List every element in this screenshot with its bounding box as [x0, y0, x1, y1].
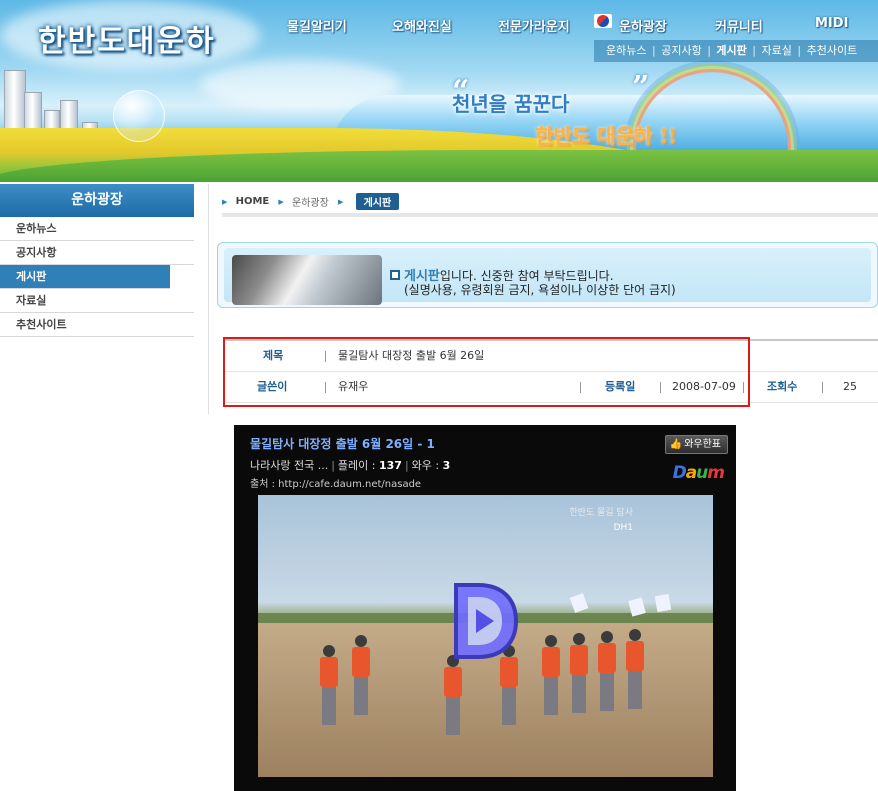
nav-item-midi[interactable]: MIDI: [815, 16, 848, 31]
post-title-label: 제목: [263, 349, 284, 362]
sub-navigation: 운하뉴스 | 공지사항 | 게시판 | 자료실 | 추천사이트: [594, 40, 878, 62]
sidebar-item-news[interactable]: 운하뉴스: [0, 217, 194, 241]
post-views-label: 조회수: [767, 380, 798, 393]
breadcrumb-arrow-icon: ▶: [222, 197, 228, 206]
flag-graphic: [654, 593, 672, 613]
walker-figure: [442, 655, 464, 735]
column-separator: [660, 382, 661, 393]
daum-logo-letter: m: [707, 463, 725, 483]
wow-vote-label: 와우한표: [684, 439, 721, 450]
breadcrumb-arrow-icon: ▶: [278, 197, 284, 206]
post-meta-row: 글쓴이 유재우 등록일 2008-07-09 조회수 25: [223, 372, 878, 403]
bullet-icon: [390, 270, 400, 280]
notice-inner-panel: 게시판입니다. 신중한 참여 부탁드립니다. (실명사용, 유령회원 금지, 욕…: [224, 248, 871, 305]
bubble-graphic: [113, 90, 165, 142]
notice-text-line-2: (실명사용, 유령회원 금지, 욕설이나 이상한 단어 금지): [404, 283, 676, 297]
post-date-value: 2008-07-09: [672, 380, 736, 393]
wow-count: 3: [442, 459, 451, 472]
nav-item-expert-lounge[interactable]: 전문가라운지: [498, 16, 570, 35]
nav-item-community[interactable]: 커뮤니티: [715, 16, 763, 35]
sidebar: 운하광장 운하뉴스 공지사항 게시판 자료실 추천사이트: [0, 184, 194, 337]
subnav-separator: |: [651, 44, 656, 57]
breadcrumb: ▶ HOME ▶ 운하광장 ▶ 게시판: [222, 193, 400, 210]
thumbs-up-icon: 👍: [669, 439, 683, 450]
walker-figure: [350, 635, 372, 715]
play-button-icon[interactable]: [448, 581, 520, 661]
subnav-item-notice[interactable]: 공지사항: [661, 44, 701, 57]
daum-logo-letter: a: [685, 463, 698, 483]
walker-figure: [624, 629, 646, 709]
video-watermark: 한반도 물길 탐사: [569, 508, 633, 518]
meta-separator: |: [404, 459, 409, 472]
sidebar-divider: [208, 184, 209, 414]
quote-close-mark: ”: [632, 70, 650, 105]
board-notice-banner: 게시판입니다. 신중한 참여 부탁드립니다. (실명사용, 유령회원 금지, 욕…: [217, 242, 878, 308]
walker-figure: [568, 633, 590, 713]
video-meta: 나라사랑 전국 ... | 플레이 : 137 | 와우 : 3: [250, 457, 450, 473]
post-info-table: 제목 물길탐사 대장정 출발 6월 26일 글쓴이 유재우 등록일 2008-0…: [223, 339, 878, 403]
slogan-line-2: 한반도 대운하 !!: [535, 124, 677, 148]
column-separator: [325, 351, 326, 362]
sidebar-item-recommended[interactable]: 추천사이트: [0, 313, 194, 337]
main-navigation: 물길알리기 오해와진실 전문가라운지 운하광장 커뮤니티 MIDI: [0, 0, 878, 40]
walker-figure: [540, 635, 562, 715]
source-url[interactable]: http://cafe.daum.net/nasade: [278, 479, 421, 490]
walker-figure: [318, 645, 340, 725]
column-separator: [822, 382, 823, 393]
subnav-separator: |: [797, 44, 802, 57]
subnav-item-recommended[interactable]: 추천사이트: [807, 44, 858, 57]
video-frame[interactable]: 한반도 물길 탐사 DH1: [258, 495, 713, 777]
column-separator: [743, 382, 744, 393]
column-separator: [580, 382, 581, 393]
plays-label: 플레이 :: [337, 459, 376, 472]
plays-count: 137: [378, 459, 402, 472]
video-channel[interactable]: 나라사랑 전국 ...: [250, 459, 328, 472]
video-player[interactable]: 물길탐사 대장정 출발 6월 26일 - 1 👍 와우한표 나라사랑 전국 ...…: [234, 425, 736, 791]
subnav-item-board[interactable]: 게시판: [716, 44, 746, 57]
column-separator: [325, 382, 326, 393]
sidebar-item-archive[interactable]: 자료실: [0, 289, 194, 313]
flag-icon: [594, 14, 612, 28]
breadcrumb-section[interactable]: 운하광장: [292, 194, 329, 209]
nav-item-myths-truth[interactable]: 오해와진실: [392, 16, 452, 35]
post-author-label: 글쓴이: [257, 380, 288, 393]
daum-logo-letter: D: [672, 463, 687, 483]
post-author-value[interactable]: 유재우: [338, 372, 368, 402]
sidebar-item-notice[interactable]: 공지사항: [0, 241, 194, 265]
post-title-row: 제목 물길탐사 대장정 출발 6월 26일: [223, 339, 878, 372]
slogan-line-1: 천년을 꿈꾼다: [452, 92, 570, 116]
post-title-value: 물길탐사 대장정 출발 6월 26일: [338, 349, 485, 362]
wow-vote-button[interactable]: 👍 와우한표: [664, 435, 728, 454]
notice-photo: [232, 255, 382, 305]
walker-figure: [596, 631, 618, 711]
video-source: 출처 : http://cafe.daum.net/nasade: [250, 475, 421, 490]
meta-separator: |: [331, 459, 335, 472]
daum-logo[interactable]: Daum: [672, 463, 725, 483]
sidebar-item-board[interactable]: 게시판: [0, 265, 170, 289]
header-banner: 한반도대운하 물길알리기 오해와진실 전문가라운지 운하광장 커뮤니티 MIDI…: [0, 0, 878, 182]
source-label: 출처 :: [250, 479, 275, 490]
flag-graphic: [569, 593, 589, 613]
subnav-item-news[interactable]: 운하뉴스: [606, 44, 646, 57]
subnav-separator: |: [752, 44, 756, 57]
subnav-separator: |: [707, 44, 711, 57]
daum-logo-letter: u: [696, 463, 708, 483]
breadcrumb-underline: [222, 213, 878, 217]
wow-label: 와우 :: [411, 459, 440, 472]
video-title[interactable]: 물길탐사 대장정 출발 6월 26일 - 1: [250, 435, 435, 452]
sidebar-title: 운하광장: [0, 184, 194, 217]
breadcrumb-current: 게시판: [355, 193, 400, 210]
nav-item-canal-square[interactable]: 운하광장: [619, 16, 667, 35]
nav-item-channel-info[interactable]: 물길알리기: [287, 16, 347, 35]
breadcrumb-home[interactable]: HOME: [236, 196, 270, 207]
video-channel-tag: DH1: [613, 523, 633, 533]
post-date-label: 등록일: [605, 380, 636, 393]
breadcrumb-arrow-icon: ▶: [338, 197, 344, 206]
post-views-value: 25: [843, 380, 857, 393]
subnav-item-archive[interactable]: 자료실: [762, 44, 792, 57]
